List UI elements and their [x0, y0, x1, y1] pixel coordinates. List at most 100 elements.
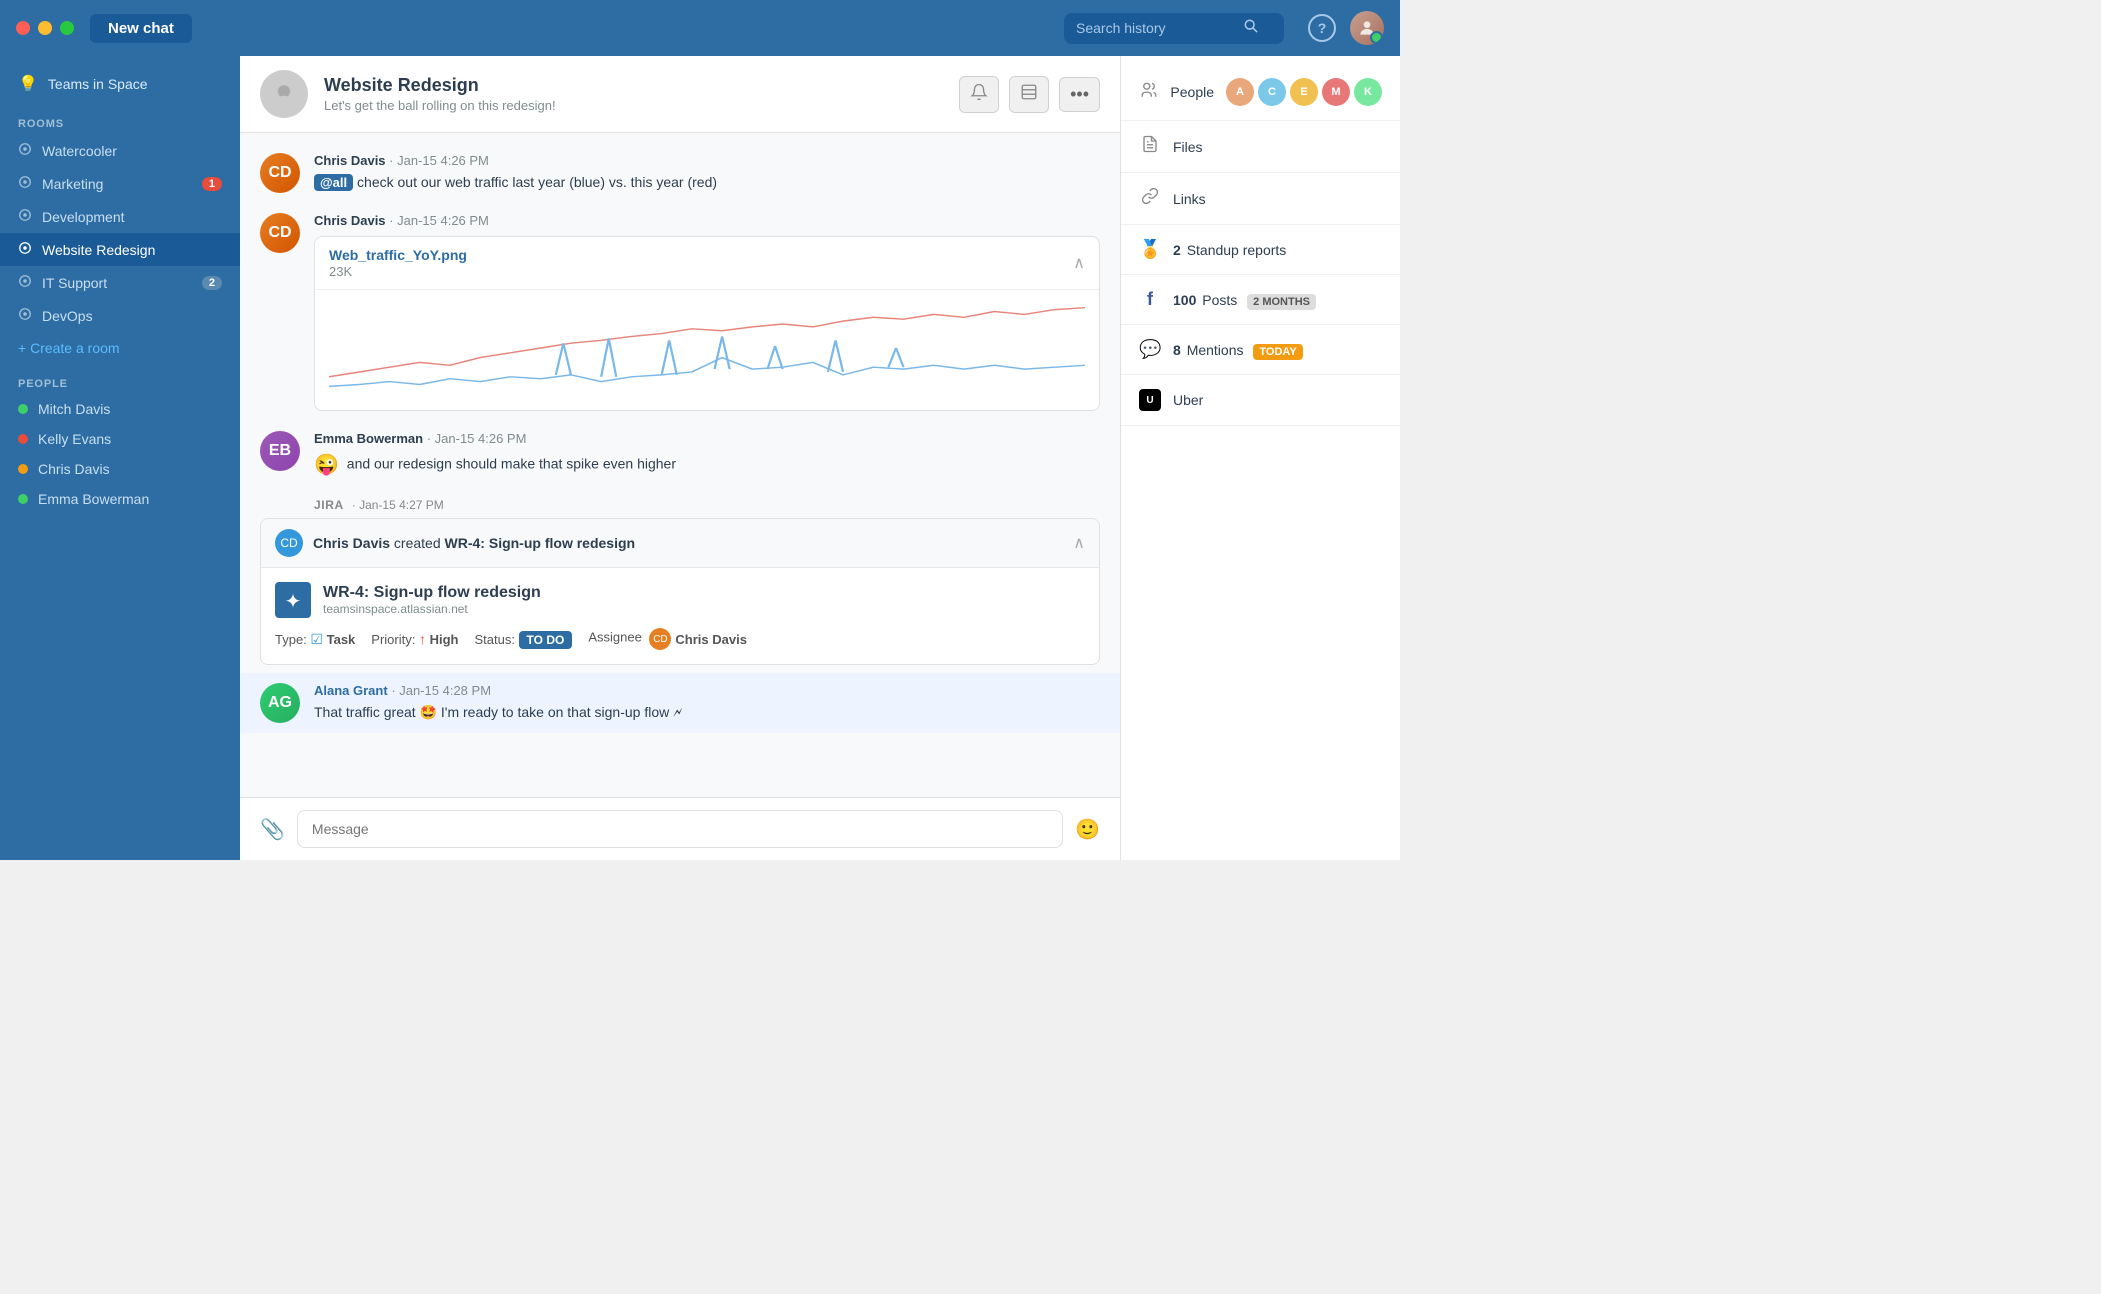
sidebar-create-label: + Create a room [18, 340, 120, 356]
more-options-button[interactable]: ••• [1059, 77, 1100, 112]
jira-status-label: Status: TO DO [474, 632, 572, 647]
mentions-count: 8 [1173, 342, 1181, 358]
sidebar-person-mitch[interactable]: Mitch Davis [0, 394, 240, 424]
create-room-button[interactable]: + Create a room [0, 332, 240, 364]
message-meta: Alana Grant · Jan-15 4:28 PM [314, 683, 1100, 698]
right-panel-uber[interactable]: U Uber [1121, 375, 1400, 426]
person-name: Emma Bowerman [38, 491, 149, 507]
user-avatar[interactable] [1350, 11, 1384, 45]
files-icon [1139, 135, 1161, 158]
sidebar-person-emma[interactable]: Emma Bowerman [0, 484, 240, 514]
message-meta: Emma Bowerman · Jan-15 4:26 PM [314, 431, 1100, 446]
jira-time: · Jan-15 4:27 PM [352, 498, 444, 512]
marketing-badge: 1 [202, 177, 222, 191]
new-chat-button[interactable]: New chat [90, 14, 192, 43]
jira-label: JIRA [314, 498, 344, 512]
attach-button[interactable]: 📎 [260, 817, 285, 842]
people-icon [1139, 81, 1158, 104]
jira-status-value: TO DO [519, 631, 573, 649]
collapse-icon[interactable]: ∧ [1073, 253, 1085, 273]
sidebar-item-development[interactable]: Development [0, 200, 240, 233]
message-text: @all check out our web traffic last year… [314, 172, 1100, 193]
people-label: People [1170, 84, 1214, 100]
search-icon [1244, 19, 1258, 38]
chat-area: Website Redesign Let's get the ball roll… [240, 56, 1120, 860]
right-panel-standup[interactable]: 🏅 2 Standup reports [1121, 225, 1400, 275]
jira-creator-avatar: CD [275, 529, 303, 557]
facebook-icon: f [1139, 289, 1161, 310]
people-header: PEOPLE [0, 364, 240, 394]
status-dot-red [18, 434, 28, 444]
jira-integration: JIRA · Jan-15 4:27 PM CD Chris Davis cre… [240, 490, 1120, 673]
chat-header-actions: ••• [959, 76, 1100, 113]
room-icon [18, 274, 32, 291]
room-icon [18, 307, 32, 324]
message-time: · Jan-15 4:26 PM [389, 153, 489, 168]
maximize-button[interactable] [60, 21, 74, 35]
right-panel-people[interactable]: People A C E M K [1121, 64, 1400, 121]
jira-creator-name: Chris Davis [313, 535, 390, 551]
standup-icon: 🏅 [1139, 239, 1161, 260]
notifications-button[interactable] [959, 76, 999, 113]
emoji-button[interactable]: 🙂 [1075, 817, 1100, 842]
search-input[interactable] [1076, 20, 1236, 36]
attachment-box: Web_traffic_YoY.png 23K ∧ [314, 236, 1100, 411]
attachment-name[interactable]: Web_traffic_YoY.png [329, 247, 467, 263]
room-icon [18, 175, 32, 192]
right-sidebar: People A C E M K Files Links 🏅 [1120, 56, 1400, 860]
sidebar-person-chris[interactable]: Chris Davis [0, 454, 240, 484]
messages-area[interactable]: CD Chris Davis · Jan-15 4:26 PM @all che… [240, 133, 1120, 797]
message-text: 😜 and our redesign should make that spik… [314, 450, 1100, 480]
message-input[interactable] [297, 810, 1063, 848]
people-avatar-3: E [1290, 78, 1318, 106]
right-panel-links[interactable]: Links [1121, 173, 1400, 225]
attachment-header: Web_traffic_YoY.png 23K ∧ [315, 237, 1099, 290]
right-panel-files[interactable]: Files [1121, 121, 1400, 173]
people-avatar-2: C [1258, 78, 1286, 106]
rooms-header: ROOMS [0, 104, 240, 134]
jira-fields: Type: ☑ Task Priority: ↑ High Status: TO… [275, 628, 1085, 650]
close-button[interactable] [16, 21, 30, 35]
sidebar-item-it-support[interactable]: IT Support 2 [0, 266, 240, 299]
sender-name: Chris Davis [314, 213, 386, 228]
room-icon [18, 142, 32, 159]
people-avatars: A C E M K [1226, 78, 1382, 106]
titlebar: New chat ? [0, 0, 1400, 56]
sidebar-item-label: Development [42, 209, 125, 225]
files-button[interactable] [1009, 76, 1049, 113]
sidebar-person-kelly[interactable]: Kelly Evans [0, 424, 240, 454]
minimize-button[interactable] [38, 21, 52, 35]
jira-assignee-label: Assignee CD Chris Davis [588, 628, 747, 650]
jira-type-value: Task [327, 632, 356, 647]
jira-issue-row: ✦ WR-4: Sign-up flow redesign teamsinspa… [275, 582, 1085, 618]
right-panel-mentions[interactable]: 💬 8 Mentions TODAY [1121, 325, 1400, 375]
message-time: · Jan-15 4:26 PM [389, 213, 489, 228]
emoji: 😜 [314, 454, 339, 476]
links-icon [1139, 187, 1161, 210]
sidebar-item-marketing[interactable]: Marketing 1 [0, 167, 240, 200]
message-row-highlighted: AG Alana Grant · Jan-15 4:28 PM That tra… [240, 673, 1120, 733]
sender-name: Chris Davis [314, 153, 386, 168]
mentions-icon: 💬 [1139, 339, 1161, 360]
right-panel-posts[interactable]: f 100 Posts 2 MONTHS [1121, 275, 1400, 325]
sidebar-item-devops[interactable]: DevOps [0, 299, 240, 332]
people-avatar-5: K [1354, 78, 1382, 106]
jira-collapse-icon[interactable]: ∧ [1073, 533, 1085, 553]
person-name: Kelly Evans [38, 431, 111, 447]
message-content: Chris Davis · Jan-15 4:26 PM Web_traffic… [314, 213, 1100, 411]
window-controls [16, 21, 74, 35]
links-label: Links [1173, 191, 1206, 207]
jira-header: JIRA · Jan-15 4:27 PM [260, 498, 1100, 512]
team-name: Teams in Space [48, 76, 148, 92]
message-row: EB Emma Bowerman · Jan-15 4:26 PM 😜 and … [240, 421, 1120, 490]
room-icon-active [18, 241, 32, 258]
it-support-badge: 2 [202, 276, 222, 290]
message-meta: Chris Davis · Jan-15 4:26 PM [314, 153, 1100, 168]
bulb-icon: 💡 [18, 74, 38, 94]
sidebar-item-watercooler[interactable]: Watercooler [0, 134, 240, 167]
sidebar-item-label: Marketing [42, 176, 103, 192]
help-icon[interactable]: ? [1308, 14, 1336, 42]
sidebar-item-website-redesign[interactable]: Website Redesign [0, 233, 240, 266]
input-area: 📎 🙂 [240, 797, 1120, 860]
search-bar [1064, 13, 1284, 44]
